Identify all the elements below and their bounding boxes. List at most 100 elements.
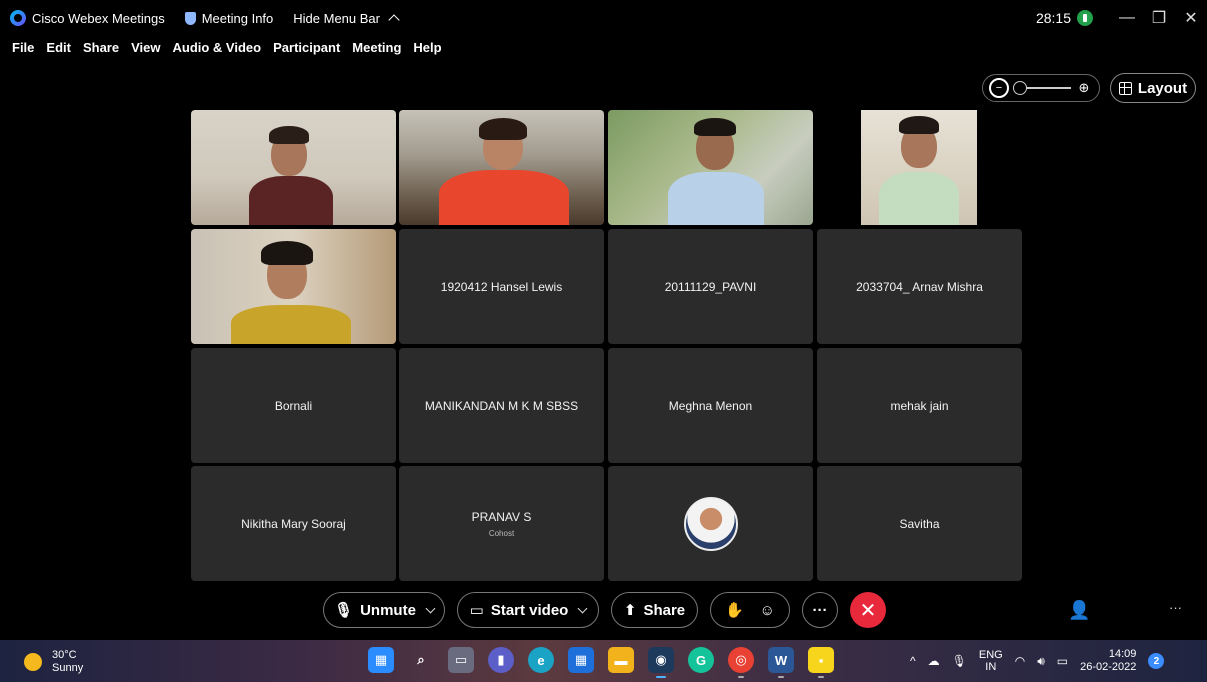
participant-tile[interactable]: Meghna Menon	[608, 348, 813, 463]
participant-hair	[694, 118, 736, 136]
participant-name: 1920412 Hansel Lewis	[440, 279, 563, 294]
more-options-label: ···	[812, 601, 828, 619]
participant-tile[interactable]: MANIKANDAN M K M SBSS	[399, 348, 604, 463]
zoom-in-icon[interactable]: ⊕	[1075, 80, 1093, 96]
grid-layout-icon	[1118, 81, 1132, 95]
hide-menu-bar-button[interactable]: Hide Menu Bar	[283, 0, 408, 36]
chevron-up-icon	[388, 14, 400, 26]
chevron-down-icon[interactable]	[425, 603, 436, 613]
menu-view[interactable]: View	[131, 40, 160, 55]
reaction-emoji-icon[interactable]: ☺	[760, 602, 775, 619]
region-code: IN	[985, 661, 997, 673]
participant-body	[231, 305, 351, 344]
weather-widget[interactable]: 30°C Sunny	[24, 649, 83, 675]
language-indicator[interactable]: ENG IN	[979, 649, 1003, 673]
edge-icon[interactable]: e	[528, 647, 554, 673]
participant-tile[interactable]: Nikitha Mary Sooraj	[191, 466, 396, 581]
participant-body	[439, 170, 569, 225]
menu-file[interactable]: File	[12, 40, 34, 55]
windows-taskbar: 30°C Sunny ▦ ⌕ ▭ ▮ e ▦ ▬ ◉ G ◎ W ▪ ^ ☁ 🎙…	[0, 640, 1207, 682]
word-icon[interactable]: W	[768, 647, 794, 678]
participant-body	[668, 172, 764, 225]
menu-help[interactable]: Help	[413, 40, 441, 55]
store-icon[interactable]: ▦	[568, 647, 594, 673]
file-explorer-icon[interactable]: ▬	[608, 647, 634, 673]
teams-chat-icon[interactable]: ▮	[488, 647, 514, 673]
video-tile[interactable]	[817, 110, 1022, 225]
menu-meeting[interactable]: Meeting	[352, 40, 401, 55]
unmute-button[interactable]: 🎙︎ Unmute	[323, 592, 445, 628]
sticky-notes-icon[interactable]: ▪	[808, 647, 834, 678]
menu-edit[interactable]: Edit	[46, 40, 71, 55]
task-view-icon[interactable]: ▭	[448, 647, 474, 673]
video-off-icon: ▭	[469, 602, 484, 619]
meeting-info-button[interactable]: Meeting Info	[175, 0, 284, 36]
video-tile[interactable]	[399, 110, 604, 225]
share-label: Share	[643, 601, 686, 619]
clock[interactable]: 14:09 26-02-2022	[1080, 648, 1136, 674]
participant-hair	[269, 126, 309, 144]
restore-button[interactable]: ❐	[1143, 8, 1175, 28]
chevron-down-icon[interactable]	[577, 603, 588, 613]
temperature: 30°C	[52, 649, 77, 661]
video-tile[interactable]	[191, 110, 396, 225]
close-button[interactable]: ✕	[1175, 8, 1207, 28]
chevron-up-icon[interactable]: ^	[910, 654, 916, 668]
participant-avatar	[683, 496, 738, 551]
app-title: Cisco Webex Meetings	[0, 0, 175, 36]
start-video-button[interactable]: ▭ Start video	[457, 592, 599, 628]
menu-participant[interactable]: Participant	[273, 40, 340, 55]
meeting-timer: 28:15	[1035, 10, 1071, 26]
participant-name: 2033704_ Arnav Mishra	[856, 279, 983, 294]
meeting-controls: 🎙︎ Unmute ▭ Start video ⬆ Share ✋ ☺ ··· …	[0, 586, 1207, 636]
title-bar: Cisco Webex Meetings Meeting Info Hide M…	[0, 0, 1207, 36]
webex-app-icon[interactable]: ◉	[648, 647, 674, 678]
cloud-icon[interactable]: ☁	[928, 654, 940, 668]
zoom-slider[interactable]	[1013, 81, 1071, 95]
participant-tile[interactable]: Bornali	[191, 348, 396, 463]
minimize-button[interactable]: —	[1111, 9, 1143, 27]
menu-share[interactable]: Share	[83, 40, 119, 55]
participant-tile[interactable]: mehak jain	[817, 348, 1022, 463]
participant-name: MANIKANDAN M K M SBSS	[424, 398, 579, 413]
participant-tile[interactable]: Savitha	[817, 466, 1022, 581]
sun-icon	[24, 653, 42, 671]
weather-condition: Sunny	[52, 662, 84, 674]
more-panels-icon[interactable]: ···	[1169, 600, 1182, 615]
participant-hair	[899, 116, 939, 134]
menu-audio-video[interactable]: Audio & Video	[173, 40, 262, 55]
chrome-icon[interactable]: ◎	[728, 647, 754, 678]
start-icon[interactable]: ▦	[368, 647, 394, 673]
battery-icon[interactable]: ▭	[1057, 654, 1068, 668]
participants-panel-icon[interactable]: 👤	[1068, 600, 1090, 621]
meeting-info-label: Meeting Info	[201, 10, 274, 26]
participant-name: Meghna Menon	[668, 398, 753, 413]
participant-tile[interactable]	[608, 466, 813, 581]
participant-name: Bornali	[274, 398, 313, 413]
raise-hand-icon[interactable]: ✋	[725, 601, 744, 619]
volume-icon[interactable]: 🔊︎	[1037, 654, 1045, 669]
participant-tile[interactable]: 20111129_PAVNI	[608, 229, 813, 344]
notification-badge[interactable]: 2	[1148, 653, 1165, 669]
participant-name: Savitha	[899, 516, 940, 531]
participant-tile[interactable]: 2033704_ Arnav Mishra	[817, 229, 1022, 344]
share-button[interactable]: ⬆ Share	[611, 592, 698, 628]
participant-role: Cohost	[488, 528, 515, 538]
grammarly-icon[interactable]: G	[688, 647, 714, 673]
menu-bar: File Edit Share View Audio & Video Parti…	[0, 36, 454, 58]
participant-tile[interactable]: 1920412 Hansel Lewis	[399, 229, 604, 344]
microphone-icon[interactable]: 🎙︎	[952, 654, 967, 668]
clock-time: 14:09	[1108, 648, 1137, 660]
wifi-icon[interactable]: ◠	[1015, 654, 1025, 668]
video-tile[interactable]	[191, 229, 396, 344]
network-signal-icon[interactable]	[1077, 10, 1093, 26]
end-meeting-button[interactable]: ✕	[850, 592, 886, 628]
zoom-out-icon[interactable]: −	[989, 78, 1009, 98]
zoom-slider-thumb[interactable]	[1013, 81, 1027, 95]
participant-tile[interactable]: PRANAV S Cohost	[399, 466, 604, 581]
shield-icon	[184, 11, 196, 25]
more-options-button[interactable]: ···	[802, 592, 838, 628]
video-tile[interactable]	[608, 110, 813, 225]
search-icon[interactable]: ⌕	[408, 647, 434, 673]
layout-button[interactable]: Layout	[1110, 73, 1196, 103]
